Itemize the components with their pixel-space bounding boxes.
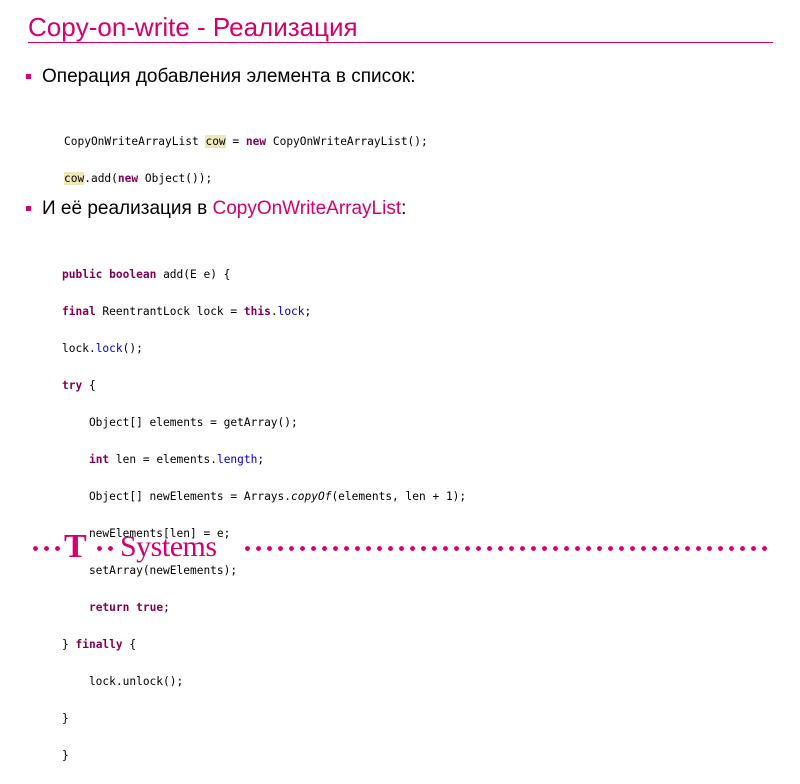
- code-line: }: [62, 711, 69, 725]
- bullet-marker-1: [26, 74, 31, 79]
- dotted-line-middle: [94, 546, 118, 551]
- systems-logo-text: Systems: [120, 530, 217, 563]
- code-line: }: [62, 748, 69, 762]
- t-logo: T: [64, 528, 87, 565]
- dotted-line-left: [30, 546, 62, 551]
- code-line: lock.unlock();: [62, 674, 184, 688]
- code-line: Object[] newElements = Arrays.copyOf(ele…: [62, 489, 467, 503]
- slide-title: Copy-on-write - Реализация: [28, 12, 358, 42]
- footer-logo-bar: T Systems: [0, 528, 800, 568]
- code-line: try {: [62, 378, 96, 392]
- code-line: return true;: [88, 600, 170, 614]
- code-implementation-block: public boolean add(E e) { final Reentran…: [62, 247, 466, 784]
- class-name-highlight: CopyOnWriteArrayList: [212, 198, 402, 219]
- code-usage-line-2: cow.add(new Object());: [64, 171, 213, 185]
- code-line: lock.lock();: [62, 341, 143, 355]
- code-usage-line-1: CopyOnWriteArrayList cow = new CopyOnWri…: [64, 134, 428, 148]
- code-usage-block: CopyOnWriteArrayList cow = new CopyOnWri…: [64, 114, 428, 207]
- code-line: public boolean add(E e) {: [62, 267, 231, 281]
- title-underline: [28, 42, 773, 43]
- code-line: Object[] elements = getArray();: [62, 415, 298, 429]
- dotted-line-right: [242, 546, 772, 551]
- bullet-text-1: Операция добавления элемента в список:: [42, 66, 416, 87]
- code-line: final ReentrantLock lock = this.lock;: [62, 304, 312, 318]
- bullet-text-2-suffix: :: [401, 198, 407, 219]
- bullet-text-2: И её реализация в CopyOnWriteArrayList:: [42, 198, 406, 220]
- bullet-text-2-prefix: И её реализация в: [42, 198, 213, 219]
- bullet-marker-2: [26, 206, 31, 211]
- code-line: int len = elements.length;: [88, 452, 265, 466]
- code-line: } finally {: [62, 637, 137, 651]
